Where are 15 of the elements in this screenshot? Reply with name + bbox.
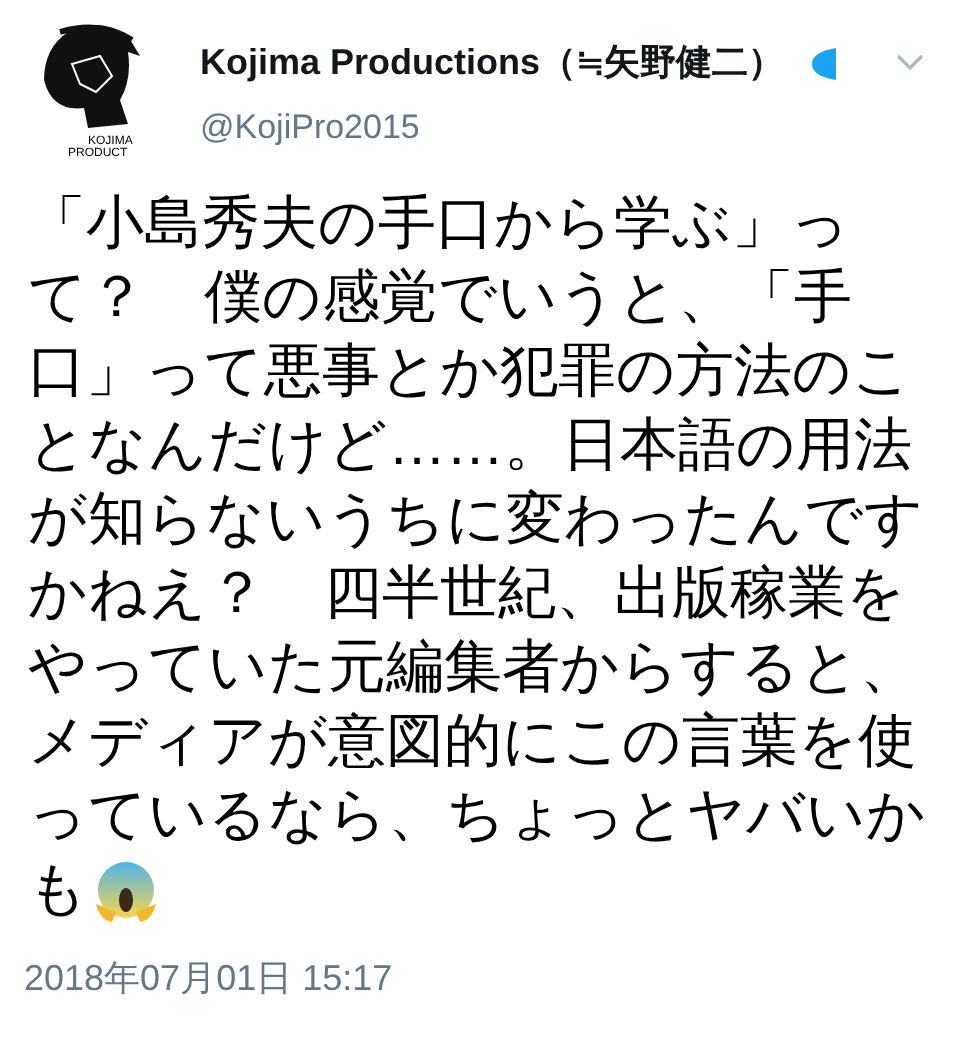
tweet-text-line: が知らないうちに変わったんです bbox=[28, 486, 924, 556]
tweet-text-line: て？ 僕の感覚でいうと、「手 bbox=[28, 264, 852, 334]
screaming-emoji-icon bbox=[92, 859, 160, 923]
author-name[interactable]: Kojima Productions（≒矢野健二） bbox=[200, 36, 785, 90]
tweet-text-line: となんだけど……。日本語の用法 bbox=[28, 412, 912, 482]
tweet-text-line: っているなら、ちょっとヤバいか bbox=[28, 782, 926, 852]
tweet-text-line: メディアが意図的にこの言葉を使 bbox=[28, 708, 916, 778]
chevron-down-icon[interactable] bbox=[896, 54, 924, 72]
author-handle[interactable]: @KojiPro2015 bbox=[200, 102, 940, 153]
tweet-text-line: 「小島秀夫の手口から学ぶ」っ bbox=[28, 190, 850, 260]
tweet-text-line: も bbox=[28, 856, 88, 926]
tweet-text-line: 口」って悪事とか犯罪の方法のこ bbox=[28, 338, 912, 408]
tweet-timestamp[interactable]: 2018年07月01日 15:17 bbox=[0, 952, 960, 1006]
tweet-text-line: かねえ？ 四半世紀、出版稼業を bbox=[28, 560, 906, 630]
tweet-text-line: やっていた元編集者からすると、 bbox=[28, 634, 918, 704]
